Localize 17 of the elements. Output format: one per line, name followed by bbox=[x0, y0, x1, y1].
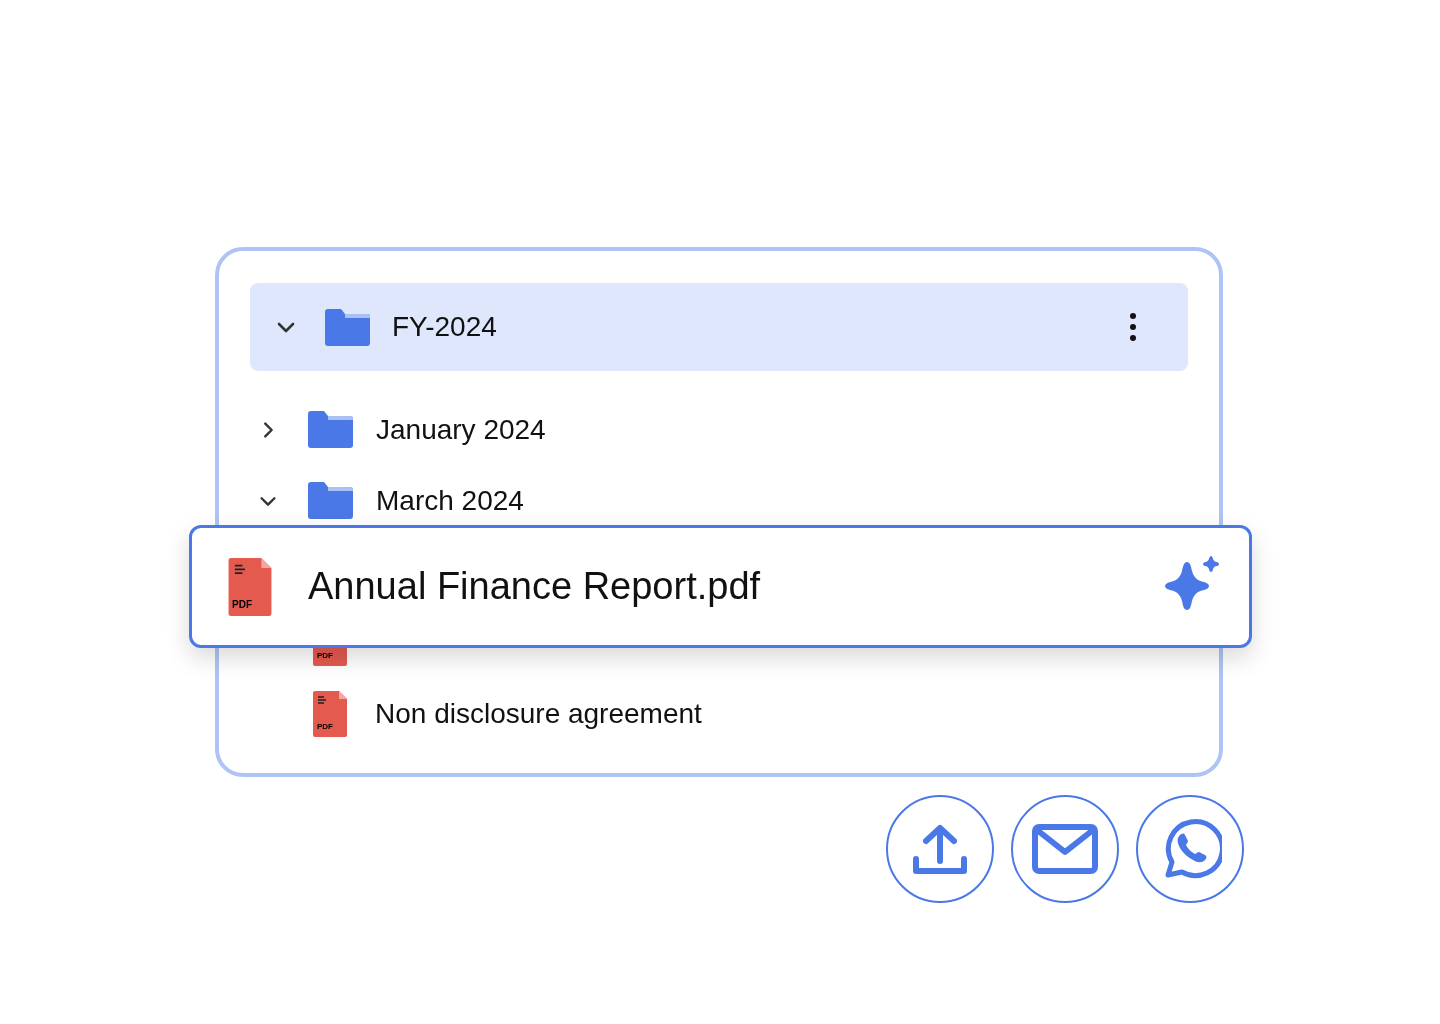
folder-icon bbox=[325, 308, 370, 346]
folder-header-row[interactable]: FY-2024 bbox=[250, 283, 1188, 371]
folder-name: January 2024 bbox=[376, 412, 546, 447]
folder-name: March 2024 bbox=[376, 483, 524, 518]
pdf-label: PDF bbox=[232, 599, 252, 610]
file-name: Non disclosure agreement bbox=[375, 696, 702, 731]
file-name: Annual Finance Report.pdf bbox=[308, 564, 761, 609]
folder-name: FY-2024 bbox=[392, 310, 497, 344]
folder-icon bbox=[308, 411, 353, 448]
pdf-label: PDF bbox=[317, 651, 333, 660]
highlighted-file-card[interactable]: PDF Annual Finance Report.pdf bbox=[189, 525, 1252, 648]
mail-icon bbox=[1032, 824, 1098, 874]
more-options-icon[interactable] bbox=[1130, 313, 1136, 341]
folder-icon bbox=[308, 482, 353, 519]
pdf-label: PDF bbox=[317, 722, 333, 731]
pdf-file-icon bbox=[313, 690, 347, 737]
pdf-file-icon bbox=[228, 557, 272, 616]
